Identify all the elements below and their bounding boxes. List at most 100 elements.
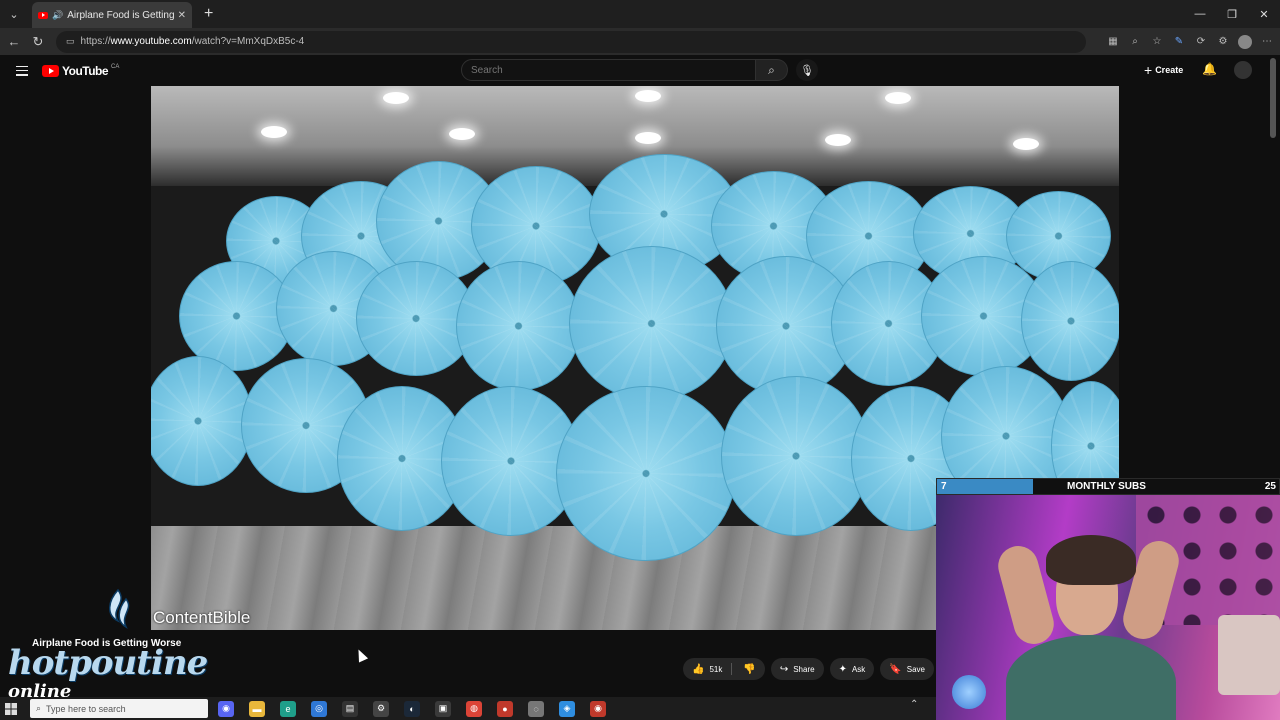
browser-tab-bar: ⌄ 🔊 Airplane Food is Getting Worse ✕ + —… xyxy=(0,0,1280,28)
microphone-icon: 🎙 xyxy=(800,64,814,77)
sparkle-icon: ✦ xyxy=(838,663,847,675)
account-avatar[interactable] xyxy=(1234,61,1252,79)
extension-icons: ▦ ⌕ ☆ ✎ ⟳ ⚙ ⋯ xyxy=(1106,28,1274,55)
share-button[interactable]: ↪ Share xyxy=(770,658,824,680)
ask-label: Ask xyxy=(851,664,866,674)
like-count: 51k xyxy=(709,664,723,674)
umbrella xyxy=(721,376,871,536)
ceiling-light xyxy=(885,92,911,104)
divider xyxy=(731,663,733,675)
search-icon: ⌕ xyxy=(36,703,42,713)
new-tab-button[interactable]: + xyxy=(204,5,213,23)
search-box: ⌕ 🎙 xyxy=(461,59,818,81)
address-toolbar: ← ↻ ▭ https://www.youtube.com/watch?v=Mm… xyxy=(0,28,1280,55)
like-button[interactable]: 👍 51k 👎 xyxy=(683,658,765,680)
settings-gear-icon[interactable]: ⚙ xyxy=(373,700,389,717)
close-tab-icon[interactable]: ✕ xyxy=(178,10,186,21)
notifications-bell-icon[interactable]: 🔔 xyxy=(1202,62,1217,76)
app-icon[interactable]: ◌ xyxy=(528,700,544,717)
ceiling-light xyxy=(1013,138,1039,150)
back-button[interactable]: ← xyxy=(2,30,26,54)
bookmark-icon: 🔖 xyxy=(889,663,902,675)
discord-icon[interactable]: ◉ xyxy=(218,700,234,717)
ceiling-light xyxy=(635,132,661,144)
webcam-pillow xyxy=(1218,615,1280,695)
youtube-header: YouTube CA ⌕ 🎙 + Create 🔔 xyxy=(0,55,1280,86)
tab-title: Airplane Food is Getting Worse xyxy=(67,9,174,21)
taskbar-search-placeholder: Type here to search xyxy=(46,703,126,714)
reload-button[interactable]: ↻ xyxy=(26,30,50,54)
window-controls: — ❐ ✕ xyxy=(1184,0,1280,28)
umbrella xyxy=(569,246,734,401)
app-icon[interactable]: ◎ xyxy=(311,700,327,717)
address-field[interactable]: ▭ https://www.youtube.com/watch?v=MmXqDx… xyxy=(56,30,1086,53)
more-menu-icon[interactable]: ⋯ xyxy=(1260,35,1274,49)
subs-current: 7 xyxy=(941,481,947,492)
ceiling-light xyxy=(261,126,287,138)
thumbs-down-icon[interactable]: 👎 xyxy=(743,664,755,675)
share-icon: ↪ xyxy=(779,663,789,675)
browser-tab[interactable]: 🔊 Airplane Food is Getting Worse ✕ xyxy=(32,2,192,28)
speaker-icon[interactable]: 🔊 xyxy=(52,10,63,21)
refresh-extension-icon[interactable]: ⟳ xyxy=(1194,35,1208,49)
search-button[interactable]: ⌕ xyxy=(756,59,788,81)
url-text: https://www.youtube.com/watch?v=MmXqDxB5… xyxy=(80,36,305,47)
zoom-icon[interactable]: ⌕ xyxy=(1128,35,1142,49)
menu-icon[interactable] xyxy=(16,65,28,76)
plus-icon: + xyxy=(1144,62,1153,78)
favorite-star-icon[interactable]: ☆ xyxy=(1150,35,1164,49)
chrome-icon[interactable]: ◍ xyxy=(466,700,482,717)
create-button[interactable]: + Create xyxy=(1144,60,1183,80)
monthly-subs-goal: 7 MONTHLY SUBS 25 xyxy=(936,478,1280,495)
page-info-icon[interactable]: ▭ xyxy=(66,36,75,47)
tray-expand-icon[interactable]: ⌃ xyxy=(910,699,918,710)
ceiling-light xyxy=(825,134,851,146)
obs-icon[interactable]: ◉ xyxy=(590,700,606,717)
webcam-shirt xyxy=(1006,635,1176,720)
ceiling-light xyxy=(449,128,475,140)
restore-icon[interactable]: ❐ xyxy=(1216,0,1248,28)
umbrella xyxy=(1021,261,1119,381)
profile-avatar-icon[interactable] xyxy=(1238,34,1252,49)
page-scrollbar[interactable] xyxy=(1270,58,1276,138)
voice-search-button[interactable]: 🎙 xyxy=(796,59,818,81)
save-label: Save xyxy=(906,664,925,674)
app-icon[interactable]: ▣ xyxy=(435,700,451,717)
windows-taskbar: ⌕ Type here to search ◉ ▬ e ◎ ▤ ⚙ ◐ ▣ ◍ … xyxy=(0,697,936,720)
app-icon[interactable]: ● xyxy=(497,700,513,717)
subs-progress-fill xyxy=(937,479,1033,494)
app-grid-icon[interactable]: ▦ xyxy=(1106,35,1120,49)
ask-button[interactable]: ✦ Ask xyxy=(829,658,875,680)
minimize-icon[interactable]: — xyxy=(1184,0,1216,28)
umbrella xyxy=(456,261,581,391)
edge-icon[interactable]: e xyxy=(280,700,296,717)
video-actions: 👍 51k 👎 ↪ Share ✦ Ask 🔖 Save ⬇ xyxy=(683,658,961,680)
taskbar-search-input[interactable]: ⌕ Type here to search xyxy=(30,699,208,718)
youtube-play-icon xyxy=(42,64,59,77)
search-input[interactable] xyxy=(461,59,756,81)
app-icon[interactable]: ◈ xyxy=(559,700,575,717)
windows-start-icon[interactable] xyxy=(0,697,22,720)
app-icon[interactable]: ▤ xyxy=(342,700,358,717)
extensions-puzzle-icon[interactable]: ⚙ xyxy=(1216,35,1230,49)
youtube-logo[interactable]: YouTube CA xyxy=(42,64,119,78)
umbrella xyxy=(556,386,736,561)
taskbar-apps: ◉ ▬ e ◎ ▤ ⚙ ◐ ▣ ◍ ● ◌ ◈ ◉ xyxy=(218,700,606,717)
flame-icon xyxy=(109,588,130,629)
subs-goal: 25 xyxy=(1264,481,1276,492)
region-code: CA xyxy=(111,63,120,70)
file-explorer-icon[interactable]: ▬ xyxy=(249,700,265,717)
youtube-logo-text: YouTube xyxy=(62,63,109,78)
extension-icon[interactable]: ✎ xyxy=(1172,35,1186,49)
search-icon: ⌕ xyxy=(768,62,775,77)
ceiling-light xyxy=(383,92,409,104)
tab-actions-icon[interactable]: ⌄ xyxy=(2,4,26,24)
webcam-feed xyxy=(936,495,1280,720)
thumbs-up-icon: 👍 xyxy=(692,663,705,675)
close-window-icon[interactable]: ✕ xyxy=(1248,0,1280,28)
mouse-cursor-icon xyxy=(353,647,369,663)
share-label: Share xyxy=(793,664,815,674)
ceiling-light xyxy=(635,90,661,102)
steam-icon[interactable]: ◐ xyxy=(404,700,420,717)
save-button[interactable]: 🔖 Save xyxy=(880,658,934,680)
